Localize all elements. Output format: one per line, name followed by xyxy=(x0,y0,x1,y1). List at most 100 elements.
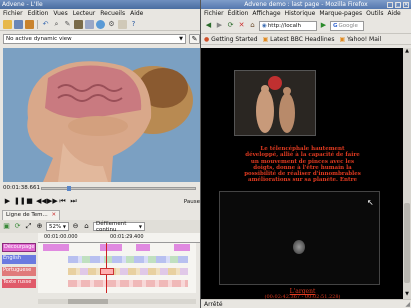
zoom-in-icon[interactable]: ⊕ xyxy=(35,222,44,231)
seek-handle[interactable] xyxy=(67,186,71,191)
forward-icon[interactable]: ▶ xyxy=(215,21,224,30)
zoom-select[interactable]: 52% ▼ xyxy=(46,222,69,231)
scroll-thumb[interactable] xyxy=(68,299,108,304)
annotation[interactable] xyxy=(136,244,150,251)
seek-slider[interactable] xyxy=(41,186,196,191)
view-icon[interactable] xyxy=(85,19,94,29)
caption-text: Le télencéphale hautement développé, all… xyxy=(211,146,394,184)
maximize-icon[interactable]: □ xyxy=(395,1,401,8)
scroll-mode-select[interactable]: Défilement continu ▼ xyxy=(93,221,145,233)
top-image[interactable] xyxy=(234,70,316,136)
open-icon[interactable] xyxy=(3,19,12,29)
menu-vues[interactable]: Vues xyxy=(53,10,67,17)
firefox-icon: ● xyxy=(204,35,210,43)
timeline-ruler[interactable]: 00:01:00.000 00:01:29.400 xyxy=(38,233,203,243)
forward-icon[interactable]: ▶▶ xyxy=(47,197,58,206)
annotation-highlight[interactable] xyxy=(100,268,114,275)
advene-window: Advene - L'Ile Fichier Edition Vues Lect… xyxy=(0,0,203,308)
resize-grip-icon[interactable]: ◢ xyxy=(405,301,410,308)
tab-timeline[interactable]: Ligne de Tem... ✕ xyxy=(2,210,61,220)
annotation[interactable] xyxy=(43,244,69,251)
stop-icon[interactable]: ✕ xyxy=(237,21,246,30)
home-icon[interactable]: ⌂ xyxy=(248,21,257,30)
track-label[interactable]: Texte russe xyxy=(2,279,36,288)
edit-icon[interactable]: ✎ xyxy=(63,20,72,29)
zoom-fit-icon[interactable]: ⤢ xyxy=(24,222,33,231)
menu-fichier[interactable]: Fichier xyxy=(204,10,224,17)
annotation-icon[interactable]: ▣ xyxy=(2,222,11,231)
undo-icon[interactable]: ↶ xyxy=(41,20,50,29)
reload-icon[interactable]: ⟳ xyxy=(226,21,235,30)
bookmark-label: Yahoo! Mail xyxy=(347,35,382,43)
search-icon[interactable]: ⌕ xyxy=(52,20,61,29)
menu-edition[interactable]: Edition xyxy=(28,10,49,17)
rss-icon: ▣ xyxy=(262,35,269,43)
play-icon[interactable]: ▶ xyxy=(3,197,12,206)
rewind-icon[interactable]: ◀◀ xyxy=(36,197,47,206)
chevron-down-icon: ▼ xyxy=(62,224,66,229)
package-icon[interactable] xyxy=(25,19,34,29)
firefox-titlebar[interactable]: Advene demo : last page - Mozilla Firefo… xyxy=(201,0,411,9)
playback-bar: 00:01:38.661 xyxy=(3,184,200,193)
save-icon[interactable] xyxy=(14,19,23,29)
lock-icon[interactable]: ⌂ xyxy=(82,222,91,231)
next-icon[interactable]: ⏭ xyxy=(69,197,78,206)
scroll-thumb[interactable] xyxy=(404,203,410,283)
scrollbar-up-icon[interactable]: ▲ xyxy=(403,48,411,56)
dynamic-view-select[interactable]: No active dynamic view ▼ xyxy=(3,34,186,44)
web-icon[interactable] xyxy=(96,19,105,29)
tag-icon[interactable] xyxy=(74,19,83,29)
bookmark-getting-started[interactable]: ● Getting Started xyxy=(204,36,258,43)
bottom-video[interactable] xyxy=(219,191,380,285)
track-label[interactable]: English xyxy=(2,255,36,264)
menu-outils[interactable]: Outils xyxy=(366,10,383,17)
menu-edition[interactable]: Édition xyxy=(228,10,249,17)
timeline-scrollbar[interactable] xyxy=(38,299,196,304)
menu-affichage[interactable]: Affichage xyxy=(252,10,280,17)
rss-icon: ▣ xyxy=(339,35,346,43)
top-image-picture xyxy=(235,71,315,135)
zoom-out-icon[interactable]: ⊖ xyxy=(71,222,80,231)
dynamic-view-edit-button[interactable]: ✎ xyxy=(189,34,200,44)
annotation[interactable] xyxy=(68,280,188,287)
help-icon[interactable]: ? xyxy=(129,20,138,29)
menu-lecteur[interactable]: Lecteur xyxy=(73,10,96,17)
stop-icon[interactable]: ■ xyxy=(25,197,34,206)
menu-historique[interactable]: Historique xyxy=(285,10,316,17)
time-display: 00:01:38.661 xyxy=(3,185,40,191)
minimize-icon[interactable]: _ xyxy=(387,1,393,8)
go-icon[interactable]: ▶ xyxy=(319,21,328,30)
table-icon[interactable] xyxy=(118,19,127,29)
bookmarks-bar: ● Getting Started ▣ Latest BBC Headlines… xyxy=(201,34,411,45)
track-label[interactable]: Décourpage xyxy=(2,243,36,252)
close-icon[interactable]: ✕ xyxy=(52,212,57,218)
track-label[interactable]: Portuguese xyxy=(2,267,36,276)
scrollbar-down-icon[interactable]: ▼ xyxy=(403,291,411,299)
pause-icon[interactable]: ❚❚ xyxy=(14,197,26,206)
previous-icon[interactable]: ⏮ xyxy=(58,197,67,206)
annotation[interactable] xyxy=(68,256,188,263)
url-bar[interactable]: ◉ http://localh xyxy=(259,20,317,31)
page-scrollbar[interactable]: ▲ ▼ xyxy=(403,48,411,299)
settings-icon[interactable]: ⚙ xyxy=(107,20,116,29)
menu-aide[interactable]: Aide xyxy=(130,10,143,17)
navigation-toolbar: ◀ ▶ ⟳ ✕ ⌂ ◉ http://localh ▶ G Google xyxy=(201,18,411,34)
search-field[interactable]: G Google xyxy=(330,20,364,31)
bookmark-bbc[interactable]: ▣ Latest BBC Headlines xyxy=(263,36,335,43)
menu-marque-pages[interactable]: Marque-pages xyxy=(319,10,362,17)
refresh-icon[interactable]: ⟳ xyxy=(13,222,22,231)
annotation[interactable] xyxy=(68,268,188,275)
close-icon[interactable]: ✕ xyxy=(403,1,409,8)
window-title: Advene - L'Ile xyxy=(2,1,43,8)
video-player[interactable] xyxy=(3,48,200,182)
advene-menubar: Fichier Edition Vues Lecteur Recueils Ai… xyxy=(0,9,203,18)
menu-aide[interactable]: Aide xyxy=(387,10,400,17)
ruler-label: 00:01:29.400 xyxy=(110,234,144,240)
menu-fichier[interactable]: Fichier xyxy=(3,10,23,17)
annotation[interactable] xyxy=(174,244,190,251)
annotation[interactable] xyxy=(100,244,122,251)
menu-recueils[interactable]: Recueils xyxy=(100,10,125,17)
bookmark-yahoo[interactable]: ▣ Yahoo! Mail xyxy=(339,36,381,43)
advene-titlebar[interactable]: Advene - L'Ile xyxy=(0,0,203,9)
back-icon[interactable]: ◀ xyxy=(204,21,213,30)
